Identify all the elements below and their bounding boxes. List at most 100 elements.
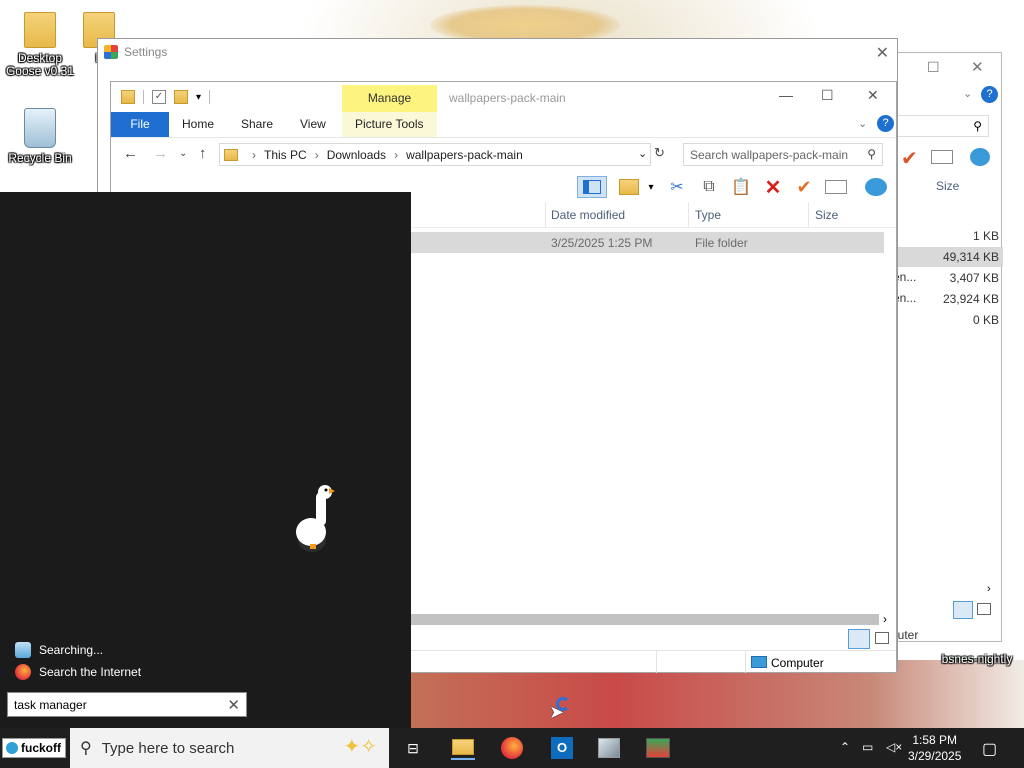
search-result-internet[interactable]: Search the Internet	[15, 664, 141, 680]
new-folder-icon[interactable]	[617, 176, 641, 198]
desktop-goose[interactable]	[288, 480, 338, 555]
back-arrow-icon[interactable]: ←	[123, 145, 138, 162]
show-hidden-icons-icon[interactable]: ⌃	[840, 740, 850, 754]
folder-icon	[24, 12, 56, 48]
search-input[interactable]: Search wallpapers-pack-main ⚲	[683, 143, 883, 166]
cut-icon[interactable]: ✂	[665, 176, 689, 198]
close-icon[interactable]: ✕	[876, 43, 889, 63]
desktop-icon-label: Recycle Bin	[8, 151, 72, 165]
clear-icon[interactable]: ✕	[227, 696, 240, 714]
globe-icon[interactable]	[864, 176, 888, 198]
volume-muted-icon[interactable]: ◁×	[886, 740, 902, 754]
quick-access-toolbar: ✓ ▾	[111, 90, 211, 104]
clock-date: 3/29/2025	[908, 749, 962, 763]
desktop-icon-label: Desktop Goose v0.31	[5, 51, 75, 78]
chevron-down-icon[interactable]: ▾	[639, 176, 663, 198]
file-explorer-icon[interactable]	[451, 736, 475, 760]
chevron-right-icon[interactable]: ›	[252, 148, 256, 162]
desktop-icon-recycle-bin[interactable]: Recycle Bin	[0, 108, 80, 165]
tab-picture-tools[interactable]: Picture Tools	[355, 117, 423, 131]
chevron-down-icon[interactable]: ⌄	[638, 147, 647, 160]
settings-title: Settings	[124, 45, 168, 59]
firefox-icon[interactable]	[500, 736, 524, 760]
start-search-input[interactable]: task manager ✕	[7, 692, 247, 717]
customize-dropdown-icon[interactable]: ▾	[196, 92, 201, 103]
large-icons-view-icon[interactable]	[977, 603, 991, 615]
scroll-right-icon[interactable]: ›	[987, 583, 991, 595]
new-folder-icon[interactable]	[174, 90, 188, 104]
network-icon[interactable]: ▭	[862, 740, 873, 754]
taskbar-search[interactable]: ⚲ Type here to search ✦✧	[70, 728, 389, 768]
desktop-icon-desktop-goose[interactable]: Desktop Goose v0.31	[0, 12, 80, 78]
breadcrumb-this-pc[interactable]: This PC	[264, 148, 307, 162]
search-app-icon	[15, 642, 31, 658]
size-column-header[interactable]: Size	[936, 179, 959, 193]
chevron-right-icon[interactable]: ›	[394, 148, 398, 162]
recent-locations-icon[interactable]: ⌄	[179, 148, 187, 159]
taskbar: fuckoff ⚲ Type here to search ✦✧ ⊟ O ⌃ ▭…	[0, 728, 1024, 768]
help-icon[interactable]: ?	[877, 115, 894, 132]
close-icon[interactable]: ✕	[971, 58, 984, 76]
checkmark-icon[interactable]: ✔	[901, 146, 918, 171]
settings-titlebar[interactable]: Settings	[98, 39, 897, 65]
window-title: wallpapers-pack-main	[449, 91, 566, 105]
delete-icon[interactable]: ✕	[761, 176, 785, 199]
background-explorer-window[interactable]: ☐ ✕ ⌄ ? ⚲ ✔ Size en... en... 1 KB 49,314…	[890, 52, 1003, 642]
breadcrumb-downloads[interactable]: Downloads	[327, 148, 386, 162]
clock[interactable]: 1:58 PM 3/29/2025	[908, 732, 961, 764]
rename-icon[interactable]	[824, 176, 848, 198]
address-bar[interactable]: › This PC › Downloads › wallpapers-pack-…	[219, 143, 651, 166]
up-arrow-icon[interactable]: ↑	[199, 145, 207, 162]
desktop-icon-label: bsnes-nightly	[941, 652, 1013, 666]
tab-file[interactable]: File	[111, 112, 169, 137]
forward-arrow-icon[interactable]: →	[153, 145, 168, 162]
close-button[interactable]: ✕	[867, 87, 879, 104]
scrollbar-thumb[interactable]	[411, 614, 879, 625]
column-type[interactable]: Type	[695, 208, 721, 222]
computer-icon	[751, 656, 767, 668]
large-icons-view-icon[interactable]	[875, 632, 889, 644]
start-search-panel[interactable]: Searching... Search the Internet task ma…	[0, 192, 411, 728]
size-cell: 23,924 KB	[942, 292, 999, 306]
scroll-right-icon[interactable]: ›	[883, 612, 887, 626]
search-placeholder: Search wallpapers-pack-main	[690, 148, 849, 162]
desktop-icon-bsnes[interactable]: bsnes-nightly	[930, 653, 1024, 666]
details-view-icon[interactable]	[953, 601, 973, 619]
checkmark-icon[interactable]: ✔	[792, 176, 816, 198]
task-view-icon[interactable]: ⊟	[401, 736, 425, 760]
start-button[interactable]: fuckoff	[2, 738, 66, 758]
bsnes-icon[interactable]	[646, 736, 670, 760]
tab-view[interactable]: View	[300, 117, 326, 131]
details-view-icon[interactable]	[848, 629, 870, 649]
column-date-modified[interactable]: Date modified	[551, 208, 625, 222]
globe-icon[interactable]	[970, 148, 990, 166]
notifications-icon[interactable]: ▢	[982, 739, 997, 759]
chevron-right-icon[interactable]: ›	[315, 148, 319, 162]
search-box[interactable]: ⚲	[891, 115, 989, 137]
divider	[143, 90, 144, 104]
taskbar-search-placeholder: Type here to search	[101, 739, 235, 757]
chevron-down-icon[interactable]: ⌄	[858, 117, 867, 130]
tab-share[interactable]: Share	[241, 117, 273, 131]
maximize-button[interactable]: ☐	[821, 87, 834, 104]
help-icon[interactable]: ?	[981, 86, 998, 103]
preview-pane-icon[interactable]	[577, 176, 607, 198]
rename-icon[interactable]	[931, 150, 953, 164]
copy-icon[interactable]: ⧉	[697, 176, 721, 198]
start-button-label: fuckoff	[21, 741, 61, 755]
divider	[808, 202, 809, 228]
chevron-down-icon[interactable]: ⌄	[963, 87, 972, 100]
properties-icon[interactable]: ✓	[152, 90, 166, 104]
breadcrumb-folder[interactable]: wallpapers-pack-main	[406, 148, 523, 162]
outlook-icon[interactable]: O	[550, 736, 574, 760]
paste-icon[interactable]: 📋	[729, 176, 753, 198]
column-size[interactable]: Size	[815, 208, 838, 222]
app-icon[interactable]	[597, 736, 621, 760]
maximize-icon[interactable]: ☐	[927, 59, 940, 76]
refresh-icon[interactable]: ↻	[654, 145, 665, 161]
tab-home[interactable]: Home	[182, 117, 214, 131]
search-result-searching[interactable]: Searching...	[15, 642, 103, 658]
explorer-titlebar[interactable]: ✓ ▾ Manage wallpapers-pack-main — ☐ ✕	[111, 82, 896, 112]
tab-manage[interactable]: Manage	[342, 85, 437, 112]
minimize-button[interactable]: —	[779, 87, 793, 103]
